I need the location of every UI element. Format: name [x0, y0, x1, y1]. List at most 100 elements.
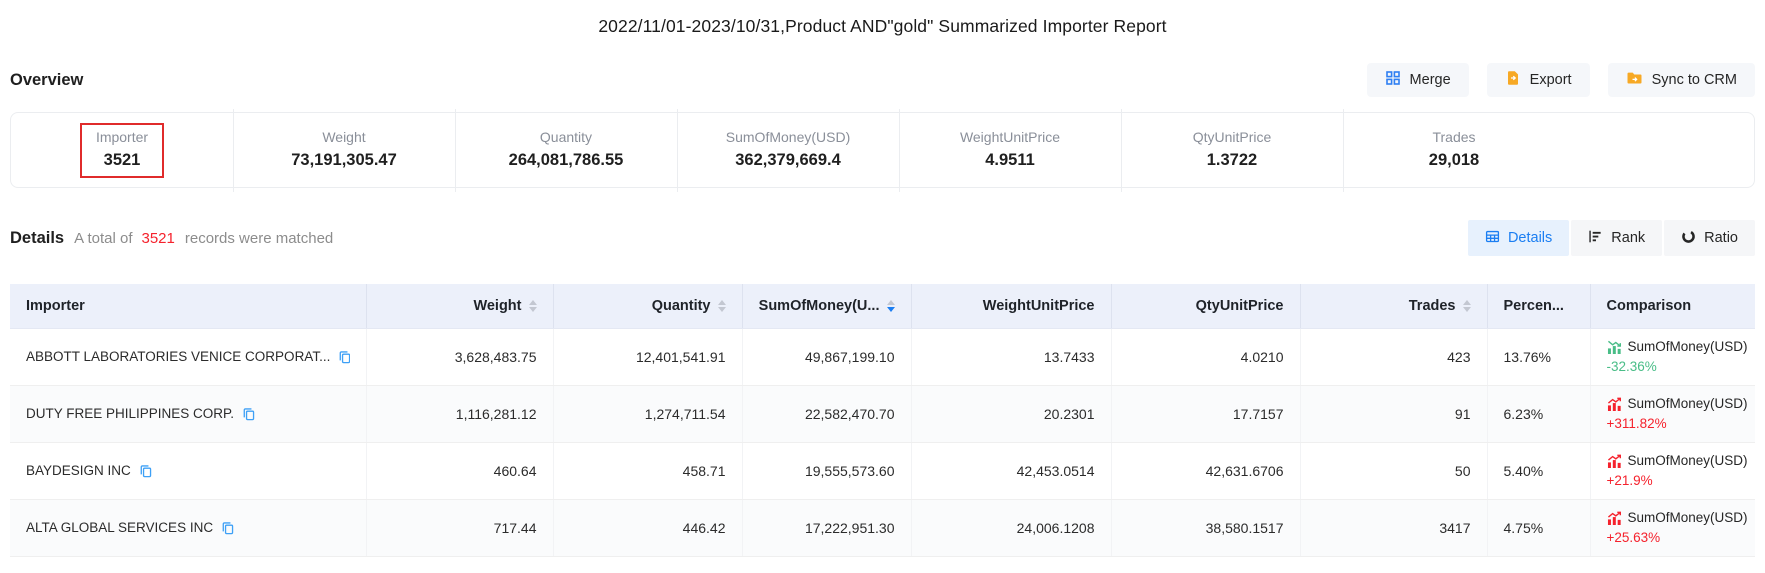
cell-percent: 4.75% — [1487, 499, 1590, 556]
overview-heading: Overview — [10, 71, 83, 90]
cell-sum-of-money: 22,582,470.70 — [742, 385, 911, 442]
cell-quantity: 446.42 — [553, 499, 742, 556]
cell-weight: 3,628,483.75 — [366, 328, 553, 385]
caret-up-icon — [529, 300, 537, 305]
merge-button-label: Merge — [1410, 72, 1451, 88]
tab-ratio[interactable]: Ratio — [1664, 220, 1755, 256]
stat-value: 29,018 — [1429, 151, 1479, 170]
cell-quantity: 1,274,711.54 — [553, 385, 742, 442]
cell-weight-unit-price: 42,453.0514 — [911, 442, 1111, 499]
stat-sum-of-money: SumOfMoney(USD) 362,379,669.4 — [677, 123, 899, 178]
caret-down-icon — [887, 307, 895, 312]
table-row: ALTA GLOBAL SERVICES INC 717.44 446.42 1… — [10, 499, 1755, 556]
cell-trades: 91 — [1300, 385, 1487, 442]
merge-button[interactable]: Merge — [1367, 63, 1469, 97]
col-label: SumOfMoney(U... — [759, 298, 880, 314]
cell-trades: 50 — [1300, 442, 1487, 499]
export-button-label: Export — [1530, 72, 1572, 88]
col-label: Importer — [26, 298, 85, 314]
col-label: Percen... — [1504, 298, 1564, 314]
merge-grid-icon — [1385, 70, 1401, 90]
table-grid-icon — [1485, 229, 1500, 248]
col-label: QtyUnitPrice — [1196, 298, 1284, 314]
stat-value: 264,081,786.55 — [509, 151, 624, 170]
col-header-percent: Percen... — [1487, 284, 1590, 328]
stat-label: Importer — [96, 129, 148, 145]
caret-up-icon — [887, 300, 895, 305]
stat-value: 1.3722 — [1207, 151, 1257, 170]
trend-chart-icon — [1607, 397, 1622, 411]
comparison-change: -32.36% — [1607, 359, 1740, 374]
tab-rank[interactable]: Rank — [1571, 220, 1662, 256]
cell-comparison: SumOfMoney(USD) +25.63% — [1590, 499, 1755, 556]
sync-to-crm-button[interactable]: Sync to CRM — [1608, 63, 1755, 97]
stat-label: WeightUnitPrice — [960, 129, 1060, 145]
comparison-metric: SumOfMoney(USD) — [1628, 339, 1748, 354]
stat-label: Weight — [322, 129, 365, 145]
toolbar: Merge Export Sync to CRM — [1367, 63, 1755, 97]
sort-control[interactable] — [1463, 300, 1471, 312]
cell-comparison: SumOfMoney(USD) -32.36% — [1590, 328, 1755, 385]
rank-bars-icon — [1588, 229, 1603, 248]
copy-icon[interactable] — [338, 350, 349, 364]
importer-name: ALTA GLOBAL SERVICES INC — [26, 520, 213, 535]
stat-label: SumOfMoney(USD) — [726, 129, 850, 145]
col-header-quantity[interactable]: Quantity — [553, 284, 742, 328]
col-label: WeightUnitPrice — [983, 298, 1095, 314]
comparison-change: +311.82% — [1607, 416, 1740, 431]
report-title-bar: 2022/11/01-2023/10/31,Product AND"gold" … — [0, 0, 1765, 37]
stat-weight: Weight 73,191,305.47 — [233, 123, 455, 178]
tab-ratio-label: Ratio — [1704, 230, 1738, 246]
overview-stats-card: Importer 3521 Weight 73,191,305.47 Quant… — [10, 112, 1755, 188]
ratio-pie-icon — [1681, 229, 1696, 248]
col-header-qty-unit-price: QtyUnitPrice — [1111, 284, 1300, 328]
cell-sum-of-money: 19,555,573.60 — [742, 442, 911, 499]
tab-details[interactable]: Details — [1468, 220, 1569, 256]
stat-label: Quantity — [540, 129, 592, 145]
copy-icon[interactable] — [242, 407, 256, 421]
copy-icon[interactable] — [139, 464, 153, 478]
stat-importer: Importer 3521 — [11, 123, 233, 178]
comparison-change: +21.9% — [1607, 473, 1740, 488]
stat-label: Trades — [1432, 129, 1475, 145]
copy-icon[interactable] — [221, 521, 235, 535]
stat-value: 4.9511 — [985, 151, 1035, 170]
caret-down-icon — [529, 307, 537, 312]
details-section-head: Details A total of 3521 records were mat… — [10, 218, 1755, 258]
sort-control[interactable] — [529, 300, 537, 312]
table-header-row: Importer Weight Quantity SumOfMoney(U...… — [10, 284, 1755, 328]
trend-chart-icon — [1607, 454, 1622, 468]
cell-comparison: SumOfMoney(USD) +21.9% — [1590, 442, 1755, 499]
comparison-metric: SumOfMoney(USD) — [1628, 396, 1748, 411]
cell-qty-unit-price: 4.0210 — [1111, 328, 1300, 385]
col-header-weight[interactable]: Weight — [366, 284, 553, 328]
record-count: 3521 — [141, 230, 174, 247]
importer-name: ABBOTT LABORATORIES VENICE CORPORAT... — [26, 349, 330, 364]
export-button[interactable]: Export — [1487, 63, 1590, 97]
overview-section-head: Overview Merge Export — [10, 63, 1755, 97]
sync-to-crm-button-label: Sync to CRM — [1652, 72, 1737, 88]
col-header-comparison: Comparison — [1590, 284, 1755, 328]
col-header-importer: Importer — [10, 284, 366, 328]
importer-highlight-box: Importer 3521 — [80, 123, 164, 178]
view-tabs: Details Rank Ratio — [1468, 220, 1755, 256]
cell-percent: 13.76% — [1487, 328, 1590, 385]
importer-table-wrap: Importer Weight Quantity SumOfMoney(U...… — [10, 284, 1755, 557]
sort-control[interactable] — [887, 300, 895, 312]
col-header-sum-of-money[interactable]: SumOfMoney(U... — [742, 284, 911, 328]
sync-folder-icon — [1626, 70, 1643, 90]
cell-qty-unit-price: 42,631.6706 — [1111, 442, 1300, 499]
cell-weight-unit-price: 20.2301 — [911, 385, 1111, 442]
sort-control[interactable] — [718, 300, 726, 312]
cell-sum-of-money: 49,867,199.10 — [742, 328, 911, 385]
tab-rank-label: Rank — [1611, 230, 1645, 246]
tab-details-label: Details — [1508, 230, 1552, 246]
col-label: Quantity — [652, 298, 711, 314]
caret-up-icon — [1463, 300, 1471, 305]
stat-value: 3521 — [104, 151, 141, 170]
col-header-trades[interactable]: Trades — [1300, 284, 1487, 328]
table-row: ABBOTT LABORATORIES VENICE CORPORAT... 3… — [10, 328, 1755, 385]
cell-qty-unit-price: 17.7157 — [1111, 385, 1300, 442]
col-label: Comparison — [1607, 298, 1692, 314]
cell-weight-unit-price: 24,006.1208 — [911, 499, 1111, 556]
